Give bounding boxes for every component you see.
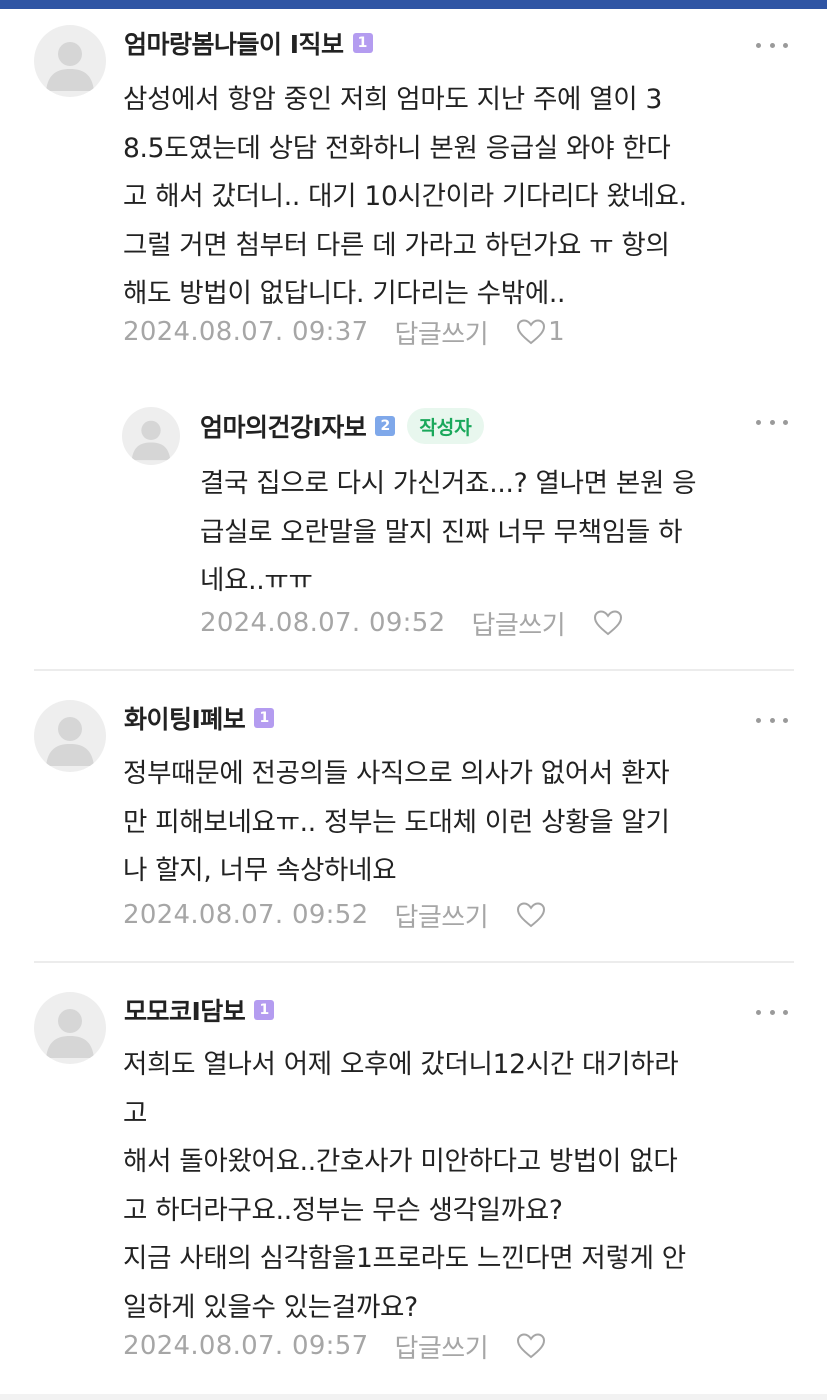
text-line: 네요..ㅠㅠ [200, 565, 313, 596]
heart-outline-icon [594, 610, 623, 636]
top-accent-bar [0, 0, 827, 9]
default-profile-icon [46, 1009, 94, 1058]
text-line: 지금 사태의 심각함을1프로라도 느낀다면 저렇게 안 [123, 1243, 686, 1274]
nickname[interactable]: 엄마의건강I자보 [200, 408, 367, 444]
more-options-icon[interactable] [756, 1004, 788, 1020]
like-count: 1 [548, 317, 565, 347]
avatar[interactable] [122, 407, 180, 465]
text-line: 고 [123, 1097, 148, 1129]
reply-button[interactable]: 답글쓰기 [394, 1328, 488, 1365]
comment-text: 결국 집으로 다시 가신거죠...? 열나면 본원 응급실로 오란말을 말지 진… [200, 460, 697, 606]
comment-date: 2024.08.07. 09:52 [123, 900, 369, 930]
level-badge: 2 [375, 416, 396, 436]
reply-button[interactable]: 답글쓰기 [471, 605, 565, 642]
comment-text: 정부때문에 전공의들 사직으로 의사가 없어서 환자만 피해보네요ㅠ.. 정부는… [123, 750, 670, 896]
comment-text: 저희도 열나서 어제 오후에 갔더니12시간 대기하라고해서 돌아왔어요..간호… [123, 1041, 686, 1332]
more-options-icon[interactable] [756, 712, 788, 728]
avatar[interactable] [34, 700, 106, 772]
author-tag: 작성자 [407, 408, 484, 444]
text-line: 삼성에서 항암 중인 저희 엄마도 지난 주에 열이 3 [123, 84, 663, 115]
like-button[interactable] [516, 1332, 546, 1360]
comment-text: 삼성에서 항암 중인 저희 엄마도 지난 주에 열이 3 8.5도였는데 상담 전… [123, 76, 687, 319]
nickname[interactable]: 엄마랑봄나들이 I직보 [124, 25, 344, 61]
text-line: 고 해서 갔더니.. 대기 10시간이라 기다리다 왔네요. [123, 181, 687, 212]
text-line: 고 하더라구요..정부는 무슨 생각일까요? [123, 1194, 563, 1226]
text-line: 8.5도였는데 상담 전화하니 본원 응급실 와야 한다 [123, 132, 671, 164]
bottom-edge [0, 1394, 827, 1400]
level-badge: 1 [254, 1000, 275, 1020]
nickname[interactable]: 모모코I담보 [124, 992, 246, 1028]
comment-date: 2024.08.07. 09:37 [123, 317, 369, 347]
text-line: 급실로 오란말을 말지 진짜 너무 무책임들 하 [200, 516, 683, 548]
comment-date: 2024.08.07. 09:52 [200, 608, 446, 638]
heart-outline-icon [517, 1333, 546, 1359]
text-line: 저희도 열나서 어제 오후에 갔더니12시간 대기하라 [123, 1049, 679, 1080]
text-line: 그럴 거면 첨부터 다른 데 가라고 하던가요 ㅠ 항의 [123, 229, 670, 261]
reply-button[interactable]: 답글쓰기 [394, 314, 488, 351]
avatar[interactable] [34, 25, 106, 97]
default-profile-icon [131, 420, 171, 461]
text-line: 만 피해보네요ㅠ.. 정부는 도대체 이런 상황을 알기 [123, 806, 670, 838]
comment-divider [34, 669, 794, 671]
like-button[interactable] [593, 609, 623, 637]
avatar[interactable] [34, 992, 106, 1064]
text-line: 나 할지, 너무 속상하네요 [123, 855, 397, 886]
like-button[interactable] [516, 901, 546, 929]
comment-date: 2024.08.07. 09:57 [123, 1331, 369, 1361]
text-line: 해서 돌아왔어요..간호사가 미안하다고 방법이 없다 [123, 1146, 678, 1177]
default-profile-icon [46, 717, 94, 766]
heart-outline-icon [517, 902, 546, 928]
comment-divider [34, 961, 794, 963]
more-options-icon[interactable] [756, 37, 788, 53]
reply-button[interactable]: 답글쓰기 [394, 897, 488, 934]
text-line: 일하게 있을수 있는걸까요? [123, 1291, 418, 1323]
more-options-icon[interactable] [756, 414, 788, 430]
text-line: 결국 집으로 다시 가신거죠...? 열나면 본원 응 [200, 468, 697, 499]
text-line: 정부때문에 전공의들 사직으로 의사가 없어서 환자 [123, 758, 670, 789]
level-badge: 1 [352, 33, 373, 53]
level-badge: 1 [254, 708, 275, 728]
nickname[interactable]: 화이팅I폐보 [124, 700, 246, 736]
heart-outline-icon [517, 319, 546, 345]
like-button[interactable]: 1 [516, 317, 565, 347]
default-profile-icon [46, 42, 94, 91]
